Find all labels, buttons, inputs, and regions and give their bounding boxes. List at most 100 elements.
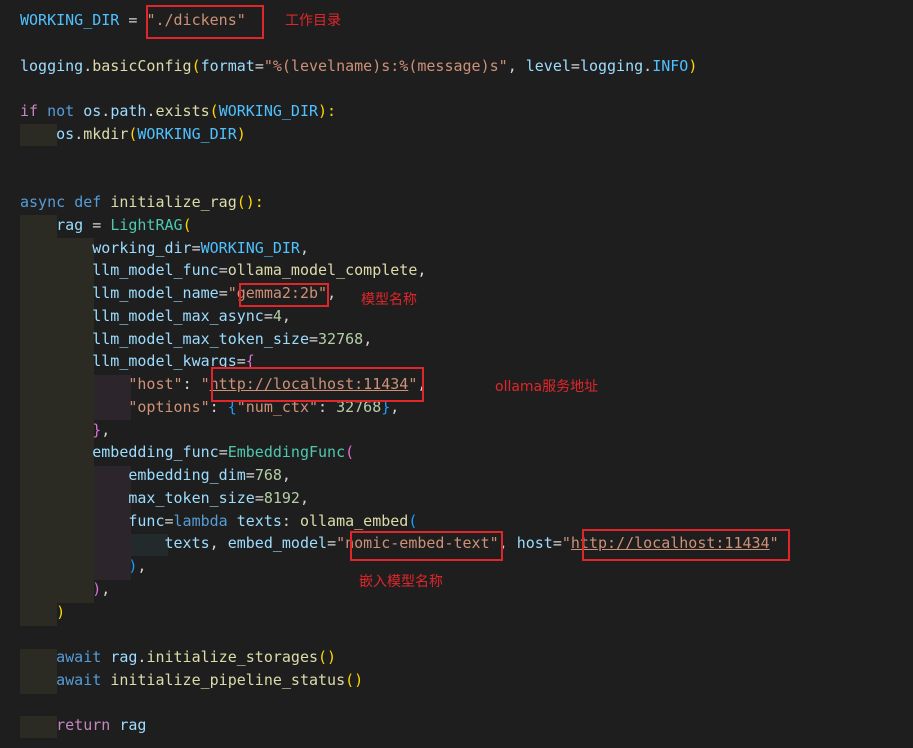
- code-line[interactable]: await rag.initialize_storages(): [20, 646, 336, 668]
- embed-host-highlight: [582, 529, 790, 561]
- code-line[interactable]: max_token_size=8192,: [20, 487, 309, 509]
- embed-model-highlight: [350, 531, 503, 561]
- working-dir-note: 工作目录: [285, 13, 341, 29]
- ollama-host-highlight: [211, 367, 424, 402]
- code-token: ,: [281, 466, 291, 484]
- code-token: INFO: [652, 56, 689, 75]
- code-token: 4: [272, 306, 282, 325]
- code-line[interactable]: embedding_func=EmbeddingFunc(: [20, 441, 354, 463]
- code-token: WORKING_DIR: [20, 11, 120, 29]
- ollama-service-note: ollama服务地址: [495, 379, 599, 395]
- code-token: =: [552, 534, 562, 553]
- code-token: }: [92, 420, 102, 439]
- code-token: "options": [128, 397, 210, 416]
- code-token: ): [92, 579, 102, 598]
- code-token: exists: [155, 102, 210, 120]
- code-token: WORKING_DIR: [200, 238, 300, 257]
- code-line[interactable]: ): [20, 601, 65, 623]
- code-line[interactable]: os.mkdir(WORKING_DIR): [20, 123, 246, 145]
- code-token: ): [56, 602, 66, 621]
- code-token: ,: [299, 488, 309, 507]
- code-line[interactable]: ),: [20, 578, 110, 600]
- working-dir-highlight: [146, 5, 264, 39]
- code-line[interactable]: return rag: [20, 714, 146, 736]
- code-token: =: [570, 56, 580, 75]
- code-editor[interactable]: WORKING_DIR = "./dickens" logging.basicCo…: [0, 0, 913, 748]
- code-line[interactable]: llm_model_max_token_size=32768,: [20, 328, 372, 350]
- code-token: llm_model_name: [92, 284, 219, 302]
- code-token: =: [254, 488, 264, 507]
- code-token: (: [182, 215, 192, 234]
- code-token: async: [20, 193, 66, 211]
- code-line[interactable]: async def initialize_rag():: [20, 191, 264, 213]
- code-line[interactable]: await initialize_pipeline_status(): [20, 669, 363, 691]
- code-token: ,: [137, 557, 147, 575]
- code-token: initialize_pipeline_status: [110, 670, 346, 689]
- code-token: ): [236, 124, 246, 143]
- code-line[interactable]: logging.basicConfig(format="%(levelname)…: [20, 55, 697, 77]
- code-token: rag: [119, 716, 147, 735]
- code-token: await: [56, 670, 102, 689]
- code-token: if: [20, 102, 39, 120]
- code-token: =: [218, 261, 228, 280]
- code-token: embed_model: [227, 534, 328, 553]
- code-token: rag: [56, 215, 84, 234]
- model-name-highlight: [239, 283, 329, 307]
- code-token: =: [218, 284, 228, 302]
- code-token: rag: [110, 648, 138, 666]
- code-token: :: [281, 511, 300, 530]
- code-token: ): [688, 56, 698, 75]
- code-token: def: [74, 193, 102, 211]
- code-token: path: [110, 102, 147, 120]
- code-token: ollama_embed: [299, 511, 409, 530]
- code-token: llm_model_func: [92, 261, 219, 280]
- code-token: ,: [101, 579, 111, 598]
- code-line[interactable]: if not os.path.exists(WORKING_DIR):: [20, 100, 336, 122]
- code-token: "%(levelname)s:%(message)s": [263, 56, 508, 75]
- code-token: =: [83, 215, 111, 234]
- code-line[interactable]: llm_model_func=ollama_model_complete,: [20, 259, 426, 281]
- code-line[interactable]: },: [20, 419, 110, 441]
- code-token: ": [200, 375, 210, 393]
- code-token: not: [47, 102, 75, 120]
- code-token: EmbeddingFunc: [227, 443, 346, 462]
- code-line[interactable]: embedding_dim=768,: [20, 464, 291, 486]
- code-token: ,: [417, 261, 427, 280]
- code-token: logging: [579, 56, 644, 75]
- code-token: (): [318, 648, 337, 666]
- code-token: 768: [254, 466, 282, 484]
- embed-model-note: 嵌入模型名称: [359, 574, 443, 590]
- code-token: ,: [209, 534, 228, 553]
- code-token: basicConfig: [92, 56, 192, 75]
- code-token: =: [119, 11, 147, 29]
- code-token: texts: [236, 511, 282, 530]
- code-token: .: [101, 102, 111, 120]
- code-token: llm_model_max_token_size: [92, 329, 309, 348]
- code-line[interactable]: llm_model_max_async=4,: [20, 305, 291, 327]
- code-token: embedding_func: [92, 443, 219, 462]
- code-line[interactable]: rag = LightRAG(: [20, 214, 192, 236]
- code-line[interactable]: ),: [20, 555, 146, 577]
- code-line[interactable]: func=lambda texts: ollama_embed(: [20, 510, 417, 532]
- code-line[interactable]: working_dir=WORKING_DIR,: [20, 237, 309, 259]
- code-token: func: [128, 511, 165, 530]
